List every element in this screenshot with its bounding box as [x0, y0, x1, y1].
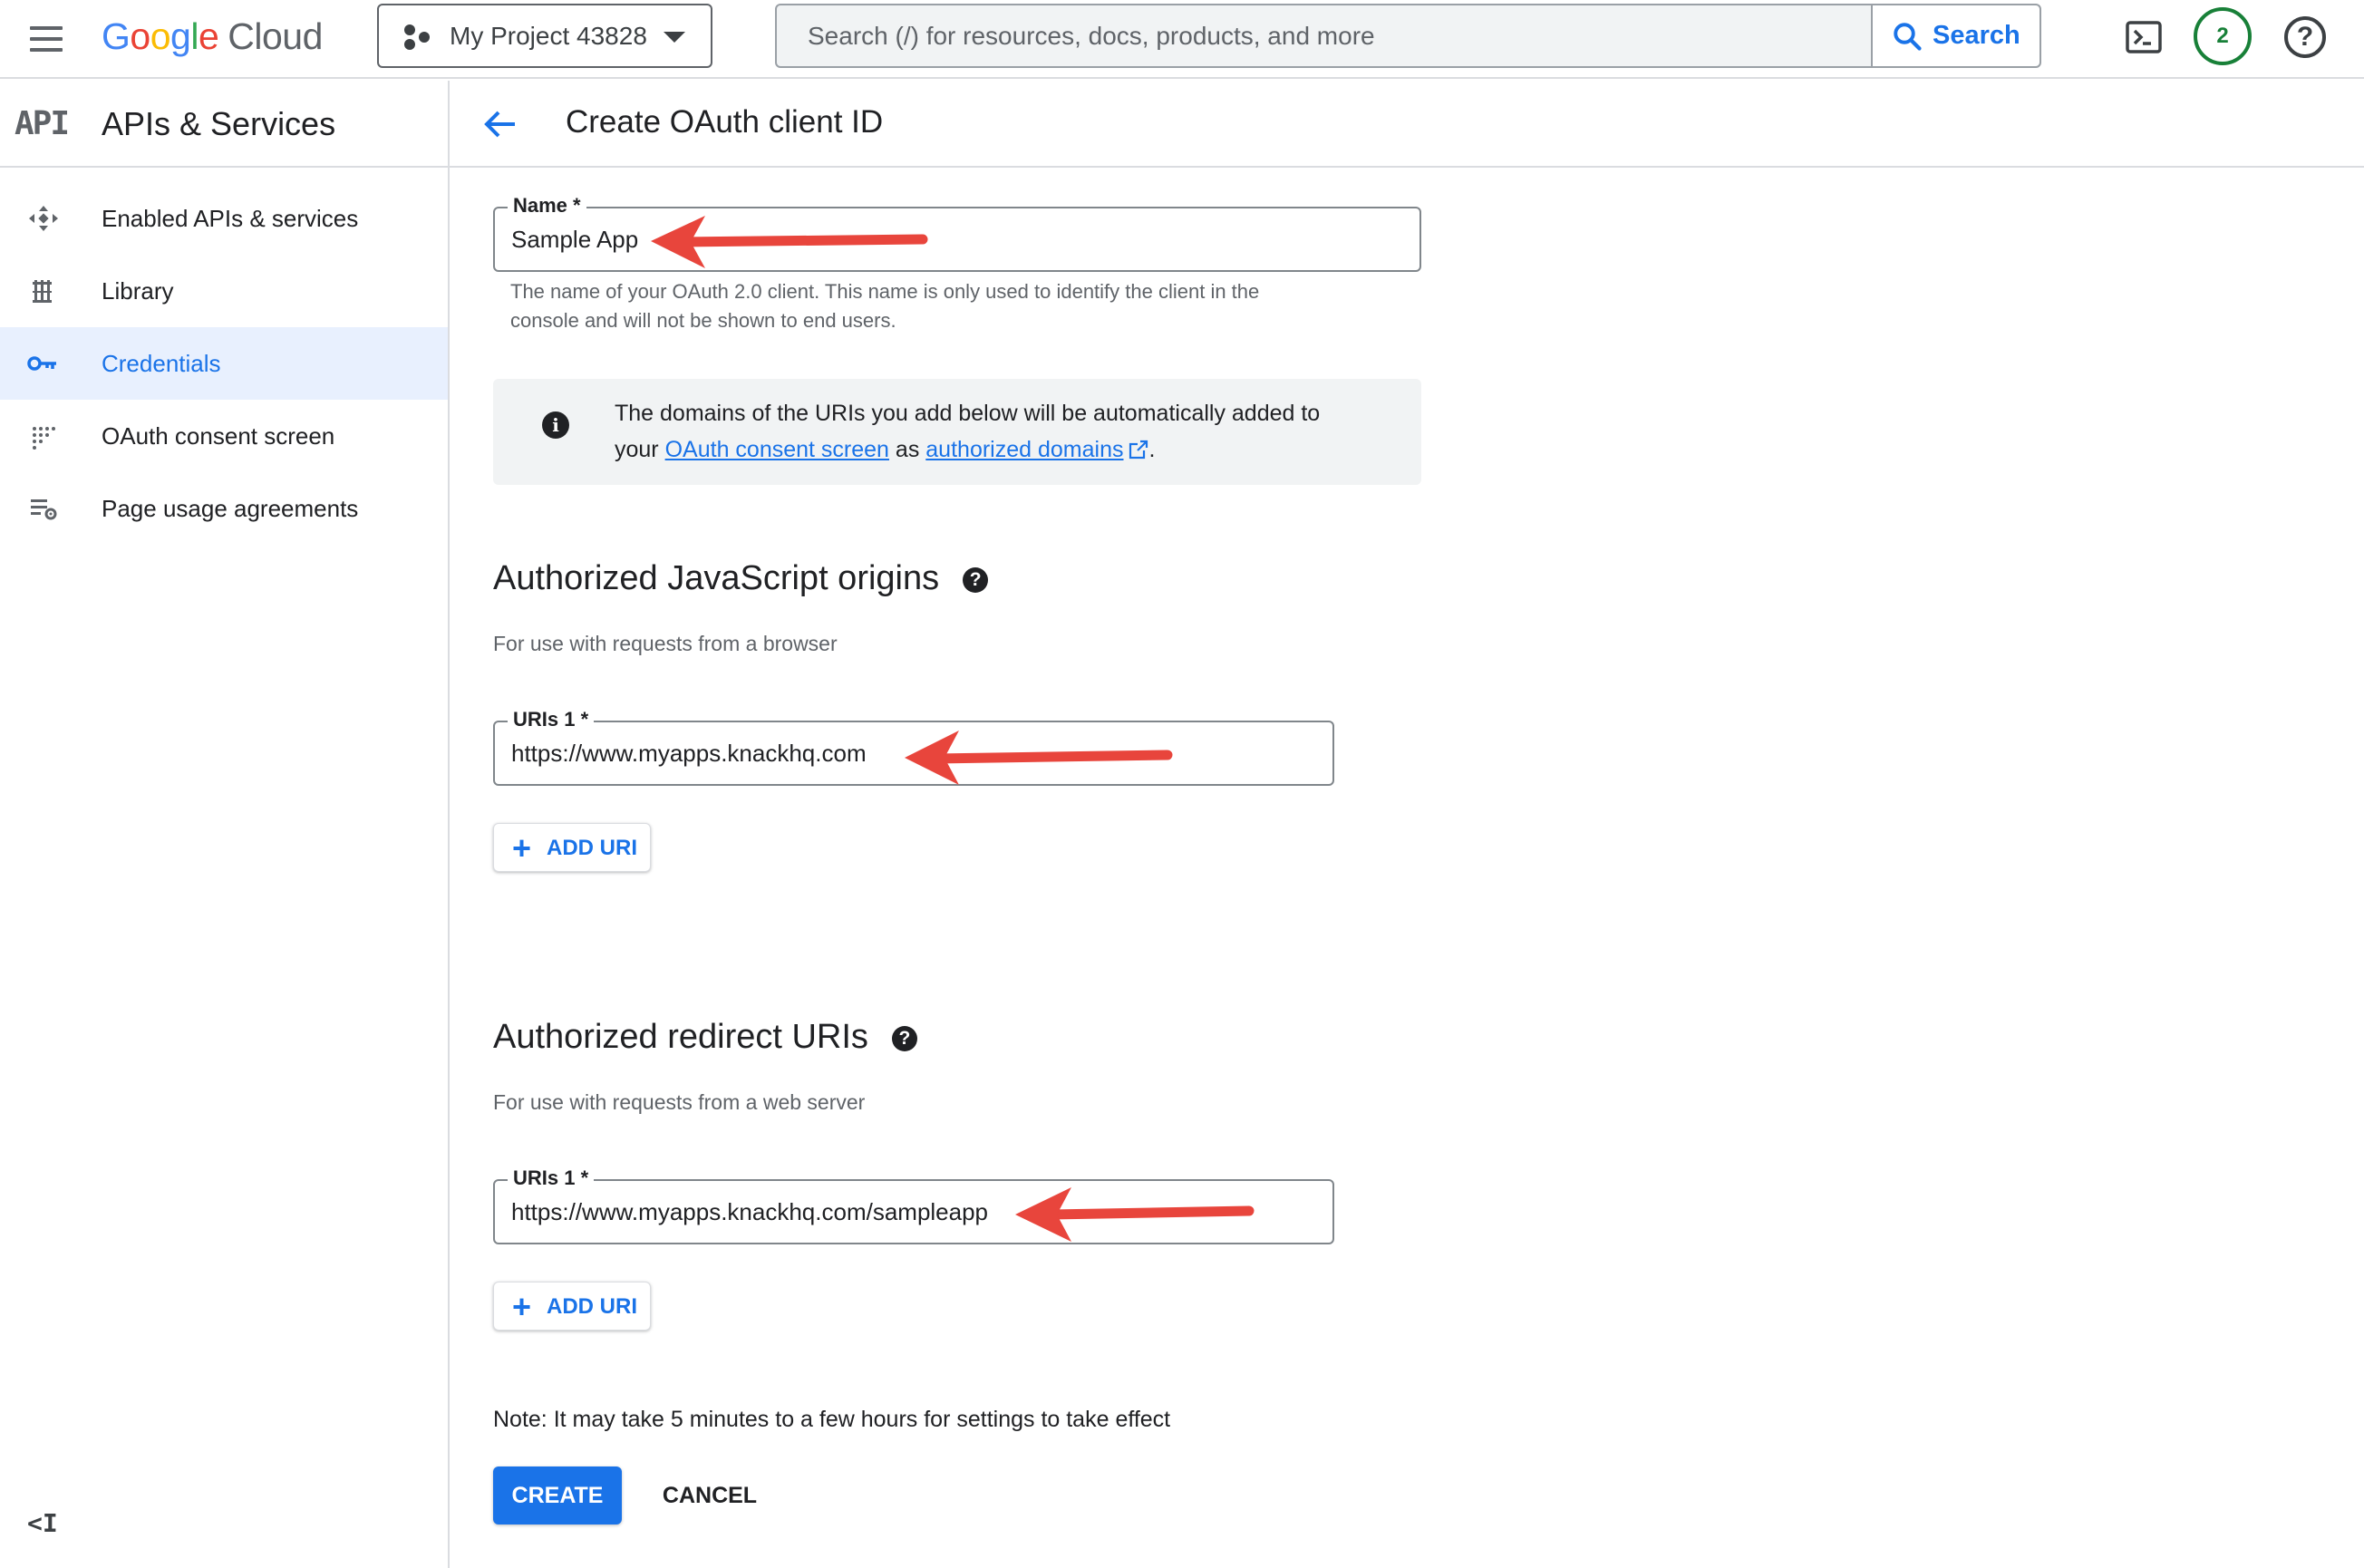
annotation-arrow-icon [651, 216, 928, 268]
main-menu-icon[interactable] [27, 20, 65, 58]
top-bar: GoogleCloud My Project 43828 Search 2 ? [0, 0, 2364, 79]
google-cloud-logo[interactable]: Google Cloud [102, 11, 323, 62]
name-input[interactable] [495, 208, 1419, 270]
cloud-shell-terminal-icon[interactable] [2125, 18, 2163, 56]
redirect-uris-title-text: Authorized redirect URIs [493, 1018, 868, 1056]
sidebar-item-library[interactable]: Library [0, 255, 448, 327]
question-help-icon[interactable]: ? [963, 567, 989, 593]
sidebar-item-label: Library [102, 277, 174, 305]
sidebar-item-credentials[interactable]: Credentials [0, 327, 448, 400]
sidebar-item-label: Credentials [102, 350, 221, 377]
enabled-apis-icon [29, 206, 58, 231]
question-help-icon[interactable]: ? [891, 1026, 917, 1051]
redirect-uri-label: URIs 1 * [508, 1166, 595, 1190]
settings-list-icon [31, 499, 57, 520]
page-header: Create OAuth client ID [450, 81, 2364, 168]
search-input[interactable] [777, 5, 1874, 66]
authorized-domains-link[interactable]: authorized domains [925, 437, 1123, 462]
sidebar-item-label: OAuth consent screen [102, 422, 335, 450]
search-icon [1894, 23, 1922, 51]
project-name: My Project 43828 [450, 22, 647, 50]
sidebar-item-page-usage-agreements[interactable]: Page usage agreements [0, 472, 448, 545]
sidebar-header: API APIs & Services [0, 81, 448, 168]
js-origin-uri-label: URIs 1 * [508, 708, 595, 731]
page-title: Create OAuth client ID [566, 104, 884, 140]
name-helper-line-1: The name of your OAuth 2.0 client. This … [510, 280, 1260, 303]
search-button[interactable]: Search [1871, 5, 2039, 66]
consent-grid-icon [33, 427, 55, 450]
redirect-uris-subtitle: For use with requests from a web server [493, 1090, 866, 1114]
search-bar: Search [775, 4, 2041, 68]
info-banner: i The domains of the URIs you add below … [493, 379, 1421, 485]
sidebar-item-oauth-consent[interactable]: OAuth consent screen [0, 400, 448, 472]
project-hierarchy-icon [404, 24, 430, 50]
sidebar-item-label: Page usage agreements [102, 495, 359, 522]
info-icon: i [542, 411, 569, 439]
name-field-label: Name * [508, 194, 586, 218]
library-icon [33, 280, 52, 303]
sidebar-item-label: Enabled APIs & services [102, 205, 359, 232]
collapse-sidebar-icon[interactable]: <I [27, 1511, 60, 1536]
settings-delay-note: Note: It may take 5 minutes to a few hou… [493, 1407, 1171, 1432]
api-logo: API [15, 105, 70, 142]
project-picker-button[interactable]: My Project 43828 [377, 4, 712, 68]
create-button[interactable]: CREATE [493, 1466, 622, 1524]
add-js-origin-uri-button[interactable]: + ADD URI [493, 823, 651, 872]
js-origins-title-text: Authorized JavaScript origins [493, 559, 940, 597]
notifications-badge[interactable]: 2 [2194, 7, 2252, 65]
help-icon[interactable]: ? [2284, 16, 2326, 58]
info-text-line-1: The domains of the URIs you add below wi… [615, 401, 1321, 426]
redirect-uris-section-title: Authorized redirect URIs? [493, 1015, 917, 1059]
name-field: Name * [493, 194, 1421, 272]
plus-icon: + [512, 1288, 532, 1325]
js-origins-subtitle: For use with requests from a browser [493, 632, 838, 655]
cancel-button[interactable]: CANCEL [645, 1466, 774, 1524]
sidebar-item-enabled-apis[interactable]: Enabled APIs & services [0, 182, 448, 255]
info-text-line-2: your OAuth consent screen as authorized … [615, 433, 1155, 466]
plus-icon: + [512, 829, 532, 866]
external-link-icon[interactable] [1129, 440, 1148, 460]
name-helper-line-2: console and will not be shown to end use… [510, 309, 896, 332]
annotation-arrow-icon [905, 731, 1173, 785]
info-text-middle: as [895, 437, 920, 462]
caret-down-icon [664, 32, 685, 43]
annotation-arrow-icon [1015, 1187, 1255, 1242]
key-icon [27, 356, 56, 371]
back-arrow-icon[interactable] [479, 102, 522, 146]
oauth-consent-screen-link[interactable]: OAuth consent screen [665, 437, 889, 462]
add-uri-label: ADD URI [547, 1294, 637, 1319]
add-uri-label: ADD URI [547, 836, 637, 860]
add-redirect-uri-button[interactable]: + ADD URI [493, 1282, 651, 1331]
info-text-suffix: . [1148, 437, 1156, 462]
info-text-prefix: your [615, 437, 659, 462]
sidebar: API APIs & Services Enabled APIs & servi… [0, 81, 450, 1568]
search-button-label: Search [1933, 21, 2020, 50]
sidebar-title[interactable]: APIs & Services [102, 102, 335, 146]
js-origins-section-title: Authorized JavaScript origins? [493, 557, 989, 600]
